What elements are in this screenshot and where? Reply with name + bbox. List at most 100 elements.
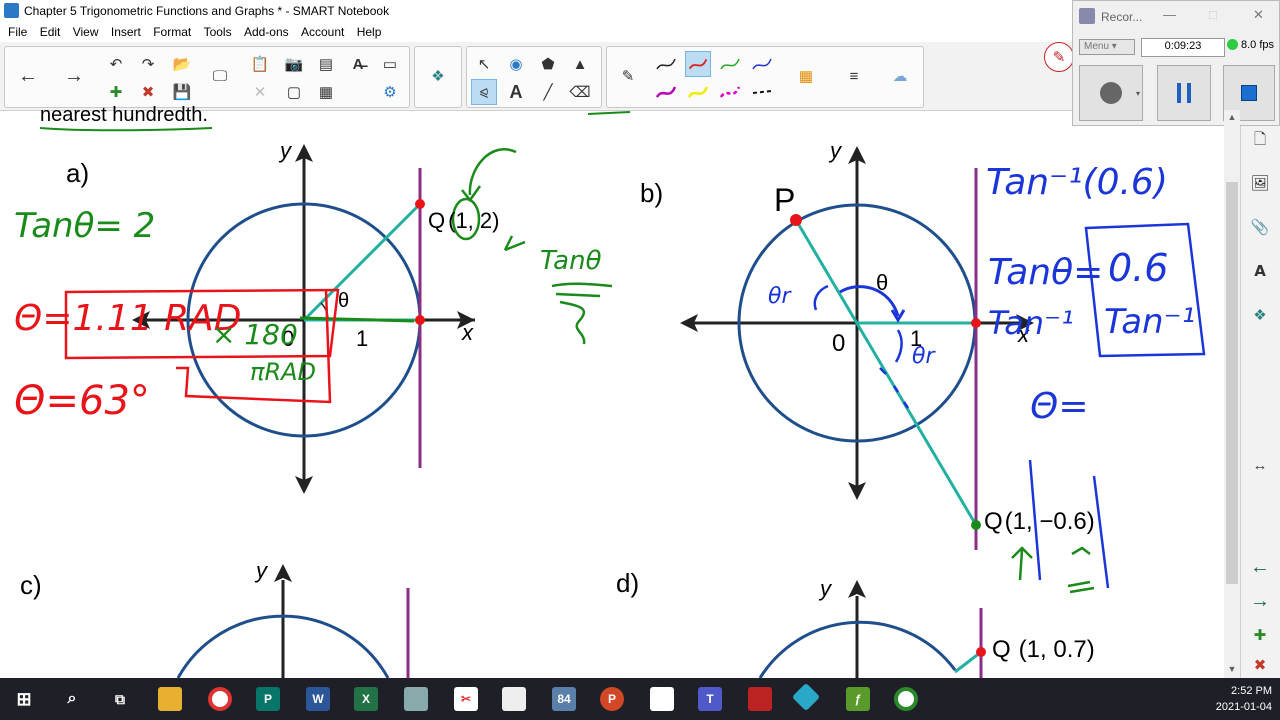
select-icon[interactable]: ↖ (471, 51, 497, 77)
sidebar-previous-icon[interactable]: ← (1247, 554, 1273, 580)
point-q-a (415, 199, 425, 209)
search-icon[interactable]: ⌕ (60, 687, 84, 711)
sidebar-add-page-icon[interactable]: ✚ (1247, 622, 1273, 648)
pen-blue-icon[interactable] (749, 51, 775, 77)
menu-bar: File Edit View Insert Format Tools Add-o… (0, 22, 1072, 42)
powerpoint-icon[interactable]: P (600, 687, 624, 711)
pen-pink-dash-icon[interactable] (717, 79, 743, 105)
task-view-icon[interactable]: ⧉ (108, 687, 132, 711)
move-sidebar-icon[interactable]: ↔ (1247, 452, 1273, 478)
notepad-icon[interactable] (502, 687, 526, 711)
scroll-down-icon[interactable]: ▼ (1224, 664, 1240, 674)
ink-theta-rad: Θ=1.11 RAD (14, 298, 242, 339)
notebook-page[interactable]: nearest hundredth. a) y x 0 1 θ Q (1, 2) … (0, 104, 1224, 678)
redo-icon[interactable]: ↷ (135, 51, 161, 77)
recorder-maximize-icon[interactable]: □ (1209, 7, 1217, 22)
file-explorer-icon[interactable] (158, 687, 182, 711)
recorder-close-icon[interactable]: ✕ (1253, 7, 1264, 23)
scroll-thumb[interactable] (1226, 182, 1238, 584)
menu-format[interactable]: Format (149, 22, 195, 42)
smart-notebook-icon (4, 3, 19, 18)
y-label-b: y (830, 138, 841, 163)
menu-view[interactable]: View (69, 22, 103, 42)
screenshot-icon[interactable]: 📷 (281, 51, 307, 77)
stop-icon (1241, 85, 1257, 101)
word-icon[interactable]: W (306, 687, 330, 711)
document-camera-icon[interactable]: ▭ (377, 51, 403, 77)
pen-dashed-icon[interactable] (749, 79, 775, 105)
menu-file[interactable]: File (4, 22, 31, 42)
table-icon[interactable]: ▦ (313, 79, 339, 105)
fill-icon[interactable]: ▲ (567, 51, 593, 77)
add-page-icon[interactable]: ✚ (103, 79, 129, 105)
full-screen-icon[interactable]: ▢ (281, 79, 307, 105)
delete-icon[interactable]: ✕ (247, 79, 273, 105)
next-page-icon[interactable]: → (61, 63, 87, 89)
record-dot-icon (1100, 82, 1122, 104)
pen-green-icon[interactable] (717, 51, 743, 77)
paste-icon[interactable]: 📋 (247, 51, 273, 77)
vertical-scrollbar[interactable]: ▲ ▼ (1224, 110, 1240, 678)
sidebar-delete-page-icon[interactable]: ✖ (1247, 652, 1273, 678)
menu-insert[interactable]: Insert (107, 22, 145, 42)
line-style-icon[interactable]: ≡ (841, 63, 867, 89)
recorder-menu-dropdown[interactable]: Menu ▾ (1079, 39, 1135, 55)
pen-yellow-icon[interactable] (685, 79, 711, 105)
excel-icon[interactable]: X (354, 687, 378, 711)
app-icon-diamond[interactable] (791, 682, 821, 712)
pen-magenta-icon[interactable] (653, 79, 679, 105)
measure-icon[interactable]: ⪨ (471, 79, 497, 105)
addons-tab-icon[interactable]: ❖ (1247, 302, 1273, 328)
puzzle-icon[interactable]: ❖ (425, 63, 451, 89)
pen-tray-icon[interactable]: ✎ (1044, 42, 1074, 72)
spell-check-icon[interactable]: A̶ (345, 51, 371, 77)
pen-red-icon[interactable] (685, 51, 711, 77)
line-icon[interactable]: ╱ (535, 79, 561, 105)
open-icon[interactable]: 📂 (169, 51, 195, 77)
color-palette-icon[interactable]: ▦ (793, 63, 819, 89)
text-icon[interactable]: A (503, 79, 529, 105)
app-icon-printer[interactable] (404, 687, 428, 711)
menu-help[interactable]: Help (353, 22, 386, 42)
recorder-minimize-icon[interactable]: — (1163, 7, 1176, 22)
display-icon[interactable]: 🖵 (207, 63, 233, 89)
pen-icon[interactable]: ✎ (615, 63, 641, 89)
windows-start-icon[interactable]: ⊞ (12, 687, 36, 711)
status-dot-icon (1227, 39, 1238, 50)
record-dropdown-icon[interactable]: ▾ (1136, 89, 1140, 98)
calculator-icon[interactable]: 84 (552, 687, 576, 711)
pause-icon (1177, 83, 1191, 103)
app-icon-red[interactable] (748, 687, 772, 711)
chrome-icon[interactable] (208, 687, 232, 711)
document-icon[interactable] (650, 687, 674, 711)
shape-icon[interactable]: ◉ (503, 51, 529, 77)
pen-black-icon[interactable] (653, 51, 679, 77)
toolbar-group-pens: ✎ ▦ ≡ ☁ (606, 46, 924, 108)
menu-add-ons[interactable]: Add-ons (240, 22, 293, 42)
chrome-profile-icon[interactable] (894, 687, 918, 711)
screen-shade-icon[interactable]: ▤ (313, 51, 339, 77)
page-sorter-icon[interactable]: 🗋 (1247, 128, 1273, 154)
undo-icon[interactable]: ↶ (103, 51, 129, 77)
scroll-up-icon[interactable]: ▲ (1224, 112, 1240, 122)
sidebar-next-icon[interactable]: → (1247, 588, 1273, 614)
snipping-tool-icon[interactable]: ✂ (454, 687, 478, 711)
menu-edit[interactable]: Edit (36, 22, 65, 42)
teams-icon[interactable]: T (698, 687, 722, 711)
save-icon[interactable]: 💾 (169, 79, 195, 105)
gallery-icon[interactable]: 🖼 (1247, 170, 1273, 196)
delete-page-icon[interactable]: ✖ (135, 79, 161, 105)
menu-tools[interactable]: Tools (200, 22, 236, 42)
menu-account[interactable]: Account (297, 22, 348, 42)
eraser-icon[interactable]: ⌫ (567, 79, 593, 105)
side-tab-bar: 🗋 🖼 📎 𝗔 ❖ ↔ ← → ✚ ✖ (1240, 126, 1280, 678)
effects-icon[interactable]: ☁ (887, 63, 913, 89)
addon-icon[interactable]: ⚙ (377, 79, 403, 105)
previous-page-icon[interactable]: ← (15, 63, 41, 89)
fill-shape-icon[interactable]: ⬟ (535, 51, 561, 77)
attachments-icon[interactable]: 📎 (1247, 214, 1273, 240)
geogebra-icon[interactable]: ƒ (846, 687, 870, 711)
y-label-c: y (256, 558, 267, 583)
properties-icon[interactable]: 𝗔 (1247, 258, 1273, 284)
publisher-icon[interactable]: P (256, 687, 280, 711)
